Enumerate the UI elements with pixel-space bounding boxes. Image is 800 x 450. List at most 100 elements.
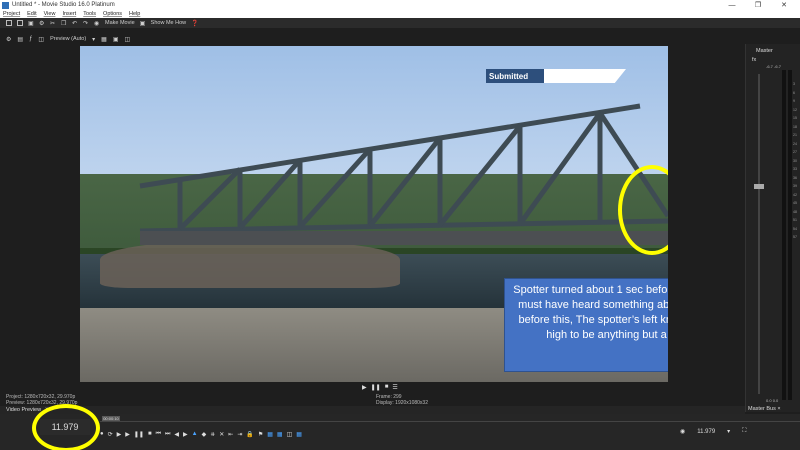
meter-scale-label: 12 [793,107,797,112]
menu-insert[interactable]: Insert [62,11,76,17]
meter-scale-label: 3 [793,82,795,86]
master-bus-label: Master Bus [748,406,776,412]
pause-icon[interactable]: ❚❚ [134,431,144,438]
master-fx-button[interactable]: fx [752,57,756,63]
peak-left: -6.7 [766,64,773,69]
chevron-down-icon[interactable]: ▾ [92,36,95,43]
maximize-icon[interactable]: ❐ [746,0,770,10]
trim-end-icon[interactable]: ⇥ [237,431,242,438]
envelope-tool-icon[interactable]: ◆ [202,431,207,438]
prev-frame-icon[interactable]: ◀ [174,431,179,438]
overlays-icon[interactable]: ▣ [113,36,119,43]
go-to-start-icon[interactable]: ⏮ [156,431,161,438]
meter-scale-label: 30 [793,158,797,163]
open-project-icon[interactable] [17,20,23,26]
normal-edit-tool-icon[interactable]: ▲ [192,431,198,437]
cursor-position[interactable]: 11.979 [697,429,715,435]
settings-icon[interactable]: ⚙ [39,20,45,27]
tab-master-bus[interactable]: Master Bus × [748,406,781,412]
timeline-right-controls: ◉ 11.979 ▾ ⛶ [680,428,746,435]
meter-left [782,70,786,400]
play-icon[interactable]: ▶ [125,431,130,438]
annotation-callout: Spotter turned about 1 sec before this a… [504,278,668,372]
menu-help[interactable]: Help [129,11,140,17]
meter-scale-label: 42 [793,192,797,197]
timeline-ruler[interactable] [100,416,800,422]
panel-tabs: Video Preview × [0,406,745,414]
meter-scale-label: 51 [793,218,797,222]
app-icon [2,1,9,9]
go-to-end-icon[interactable]: ⏭ [165,431,170,438]
submitted-label: Submitted [486,69,544,83]
main-toolbar: ▣ ⚙ ✂ ❐ ↶ ↷ ◉ Make Movie ▣ Show Me How ❓ [0,18,800,28]
next-frame-icon[interactable]: ▶ [183,431,188,438]
split-icon[interactable]: ⧺ [210,431,215,438]
master-fader[interactable] [754,184,764,189]
cut-icon[interactable]: ✂ [50,20,56,27]
peak-readout: -6.7 -6.7 [766,64,781,69]
undo-icon[interactable]: ↶ [72,20,78,27]
window-title: Untitled * - Movie Studio 16.0 Platinum [12,2,115,8]
copy-icon[interactable]: ❐ [61,20,67,27]
preview-transport: ▶ ❚❚ ■ ☰ [362,384,398,392]
trim-start-icon[interactable]: ⇤ [228,431,233,438]
play-from-start-icon[interactable]: ▶ [117,431,122,438]
split-screen-icon[interactable]: ◫ [38,36,44,43]
auto-ripple-icon[interactable]: ▦ [277,431,283,438]
master-title: Master [756,48,773,54]
close-icon[interactable]: × [777,406,780,412]
make-movie-icon[interactable]: ◉ [94,20,100,27]
new-project-icon[interactable] [6,20,12,26]
play-icon[interactable]: ▶ [362,384,367,392]
meter-scale-label: 33 [793,167,797,171]
delete-icon[interactable]: ✕ [219,431,224,438]
preview-toolbar: ⚙ ▤ ƒ ◫ Preview (Auto) ▾ ▦ ▣ ◫ [0,34,745,44]
fullscreen-icon[interactable]: ⛶ [742,428,746,435]
menu-view[interactable]: View [44,11,56,17]
menu-edit[interactable]: Edit [27,11,36,17]
lock-icon[interactable]: 🔒 [246,431,253,438]
close-icon[interactable]: ✕ [772,0,796,10]
ruler-marker: 00:00:10 [102,416,120,421]
show-me-how-icon[interactable]: ▣ [140,20,146,27]
crossfade-icon[interactable]: ◫ [287,431,293,438]
stop-icon[interactable]: ■ [385,384,389,392]
help-icon[interactable]: ❓ [191,20,198,27]
master-bus-panel: Master fx -6.7 -6.7 3 6 9 12 15 18 21 24… [745,44,800,412]
show-me-how-button[interactable]: Show Me How [151,20,186,26]
menu-tools[interactable]: Tools [83,11,96,17]
minimize-icon[interactable]: — [720,0,744,10]
zoom-icon[interactable]: ▦ [296,431,302,438]
gear-icon[interactable]: ⚙ [6,36,11,43]
chevron-down-icon[interactable]: ▾ [727,428,730,435]
meter-scale-label: 9 [793,99,795,103]
meter-scale-label: 15 [793,116,797,120]
snapping-icon[interactable]: ▦ [267,431,273,438]
redo-icon[interactable]: ↷ [83,20,89,27]
record-icon[interactable]: ● [100,431,104,437]
grid-icon[interactable]: ▦ [101,36,107,43]
save-icon[interactable]: ▣ [28,20,34,27]
video-preview[interactable]: Submitted Spotter turned about 1 sec bef… [80,46,668,382]
meter-scale-label: 24 [793,141,797,146]
peak-right: -6.7 [774,64,781,69]
master-fader-track[interactable] [758,74,760,394]
copy-snapshot-icon[interactable]: ▤ [17,36,23,43]
meter-scale-label: 54 [793,226,797,231]
preview-quality-select[interactable]: Preview (Auto) [50,36,86,42]
make-movie-button[interactable]: Make Movie [105,20,135,26]
loop-icon[interactable]: ⟳ [108,431,113,438]
meter-scale-label: 39 [793,184,797,188]
pause-icon[interactable]: ❚❚ [371,384,381,392]
fx-icon[interactable]: ƒ [29,36,32,42]
menu-icon[interactable]: ☰ [392,384,397,392]
submitted-banner: Submitted [486,69,626,83]
tab-video-preview[interactable]: Video Preview [6,407,41,413]
menu-options[interactable]: Options [103,11,122,17]
meter-scale-label: 18 [793,124,797,129]
meter-scale-label: 6 [793,90,795,95]
copy-frame-icon[interactable]: ◫ [125,36,131,43]
marker-icon[interactable]: ⚑ [258,431,263,438]
menu-project[interactable]: Project [3,11,20,17]
stop-icon[interactable]: ■ [148,431,152,437]
